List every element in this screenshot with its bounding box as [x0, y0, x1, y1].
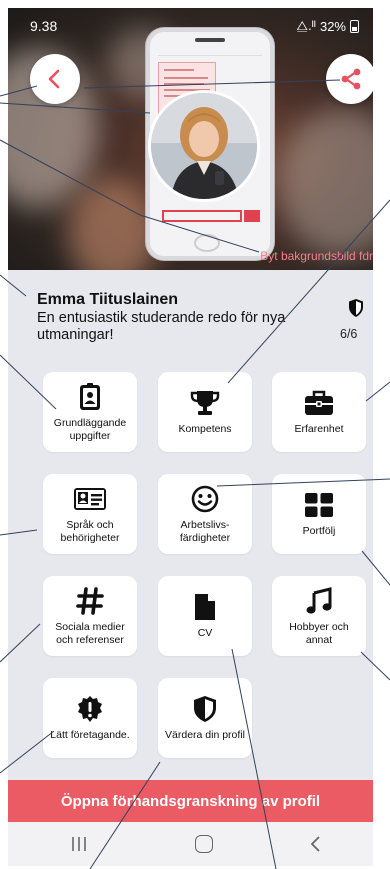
id-card-icon — [74, 487, 106, 510]
briefcase-icon — [305, 390, 333, 415]
profile-progress: 6/6 — [340, 327, 358, 341]
tile-entrepreneurship[interactable]: Lätt företagande. — [43, 678, 137, 758]
mockup-button — [244, 210, 260, 222]
mockup-header — [158, 48, 262, 56]
smiley-icon — [191, 485, 219, 512]
back-button[interactable] — [30, 54, 80, 104]
tile-label: Erfarenhet — [294, 423, 344, 435]
tile-languages[interactable]: Språk och behörigheter — [43, 474, 137, 554]
tile-label: Kompetens — [178, 423, 232, 435]
shield-icon — [194, 696, 216, 722]
back-icon[interactable] — [310, 836, 322, 852]
tile-label: Hobbyer och annat — [289, 620, 349, 646]
hero-background[interactable]: 9.38 ⧋.ᴵᴵ 32% Byt bakgrundsbild fdr — [8, 8, 373, 270]
hashtag-icon — [76, 586, 104, 615]
chevron-left-icon — [48, 69, 60, 89]
tile-rate-profile[interactable]: Värdera din profil — [158, 678, 252, 758]
tile-label: CV — [197, 627, 213, 639]
mockup-input — [162, 210, 242, 222]
mockup-home-button — [194, 234, 220, 252]
shield-icon — [349, 299, 363, 317]
open-profile-preview-button[interactable]: Öppna förhandsgranskning av profil — [8, 780, 373, 822]
avatar[interactable] — [148, 90, 260, 202]
battery-icon — [350, 19, 359, 33]
signal-icon: ⧋.ᴵᴵ — [296, 18, 316, 33]
share-button[interactable] — [326, 54, 373, 104]
profile-name: Emma Tiituslainen — [37, 291, 179, 308]
tile-label: Arbetslivs-färdigheter — [179, 518, 231, 544]
trophy-icon — [190, 391, 220, 415]
battery-level: 32% — [319, 18, 346, 34]
share-icon — [341, 68, 361, 90]
tile-label: Portfölj — [302, 525, 336, 537]
tile-basic-info[interactable]: Grundläggande uppgifter — [43, 372, 137, 452]
grid-icon — [305, 493, 333, 517]
app-screen: 9.38 ⧋.ᴵᴵ 32% Byt bakgrundsbild fdr Emma… — [8, 8, 373, 866]
mockup-speaker — [195, 38, 225, 42]
recent-apps-icon[interactable] — [70, 836, 88, 852]
document-icon — [195, 594, 215, 620]
id-badge-icon — [80, 382, 100, 410]
tile-cv[interactable]: CV — [158, 576, 252, 656]
tile-social-media[interactable]: Sociala medier och referenser — [43, 576, 137, 656]
profile-tagline: En entusiastik studerande redo för nya u… — [37, 310, 286, 343]
tile-portfolio[interactable]: Portfölj — [272, 474, 366, 554]
tile-experience[interactable]: Erfarenhet — [272, 372, 366, 452]
tile-hobbies[interactable]: Hobbyer och annat — [272, 576, 366, 656]
change-background-link[interactable]: Byt bakgrundsbild fdr — [260, 249, 373, 263]
tile-label: Värdera din profil — [165, 729, 245, 741]
exclamation-badge-icon — [78, 696, 102, 722]
home-icon[interactable] — [195, 835, 213, 853]
status-indicators: ⧋.ᴵᴵ 32% — [296, 18, 359, 34]
tile-competence[interactable]: Kompetens — [158, 372, 252, 452]
tile-label: Grundläggande uppgifter — [53, 416, 127, 442]
status-time: 9.38 — [30, 18, 58, 34]
tile-label: Sociala medier och referenser — [55, 620, 125, 646]
tile-label: Lätt företagande. — [50, 729, 130, 741]
system-nav-bar — [8, 822, 373, 866]
tile-label: Språk och behörigheter — [60, 518, 120, 544]
music-note-icon — [306, 586, 332, 614]
tile-work-skills[interactable]: Arbetslivs-färdigheter — [158, 474, 252, 554]
